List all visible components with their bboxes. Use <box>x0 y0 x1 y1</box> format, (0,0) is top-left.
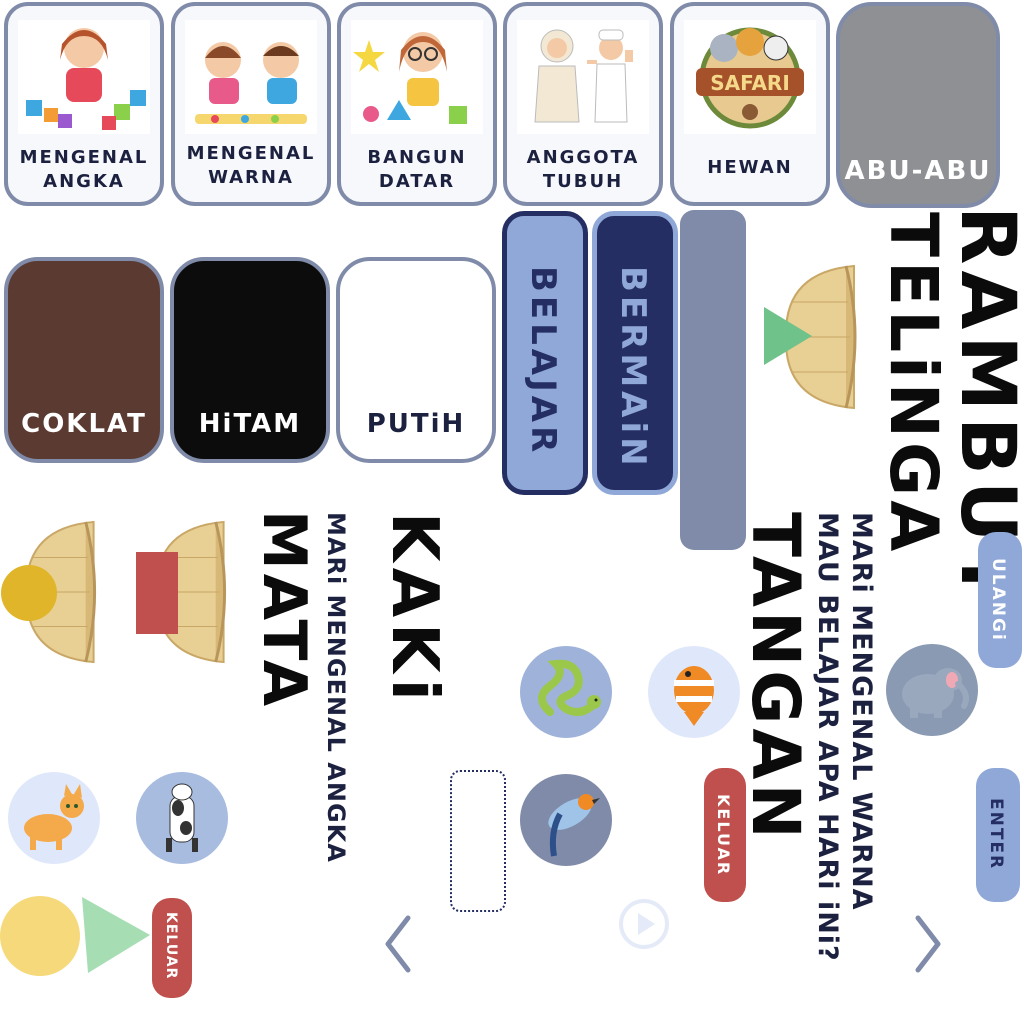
word-kaki: KAKi <box>377 512 451 707</box>
word-mata: MATA <box>249 510 319 711</box>
elephant-icon <box>902 668 969 718</box>
bird-icon <box>548 794 600 857</box>
belajar-label: BELAJAR <box>523 266 563 457</box>
keluar-button-small[interactable]: KELUAR <box>152 898 192 998</box>
card-label: HEWAN <box>707 157 793 178</box>
bermain-button[interactable]: BERMAiN <box>592 211 678 495</box>
chevron-right-icon[interactable] <box>912 914 944 974</box>
keluar-label: KELUAR <box>714 794 733 877</box>
keluar-label: KELUAR <box>163 912 179 980</box>
prompt-mengenal-warna: MARi MENGENAL WARNA <box>846 512 877 911</box>
prompt-mengenal-angka: MARi MENGENAL ANGKA <box>322 512 350 863</box>
play-icon[interactable] <box>618 898 670 950</box>
bermain-label: BERMAiN <box>613 266 653 470</box>
triangle-shape-mint[interactable] <box>80 895 152 975</box>
circle-shape-pale-yellow[interactable] <box>0 896 80 976</box>
card-label: MENGENAL ANGKA <box>19 147 149 192</box>
enter-button[interactable]: ENTER <box>976 768 1020 902</box>
card-label: BANGUN DATAR <box>367 147 467 192</box>
safari-logo-image: SAFARI <box>684 20 816 134</box>
cow-icon <box>166 783 198 852</box>
card-mengenal-angka[interactable]: MENGENAL ANGKA <box>4 2 164 206</box>
word-tangan: TANGAN <box>737 512 814 843</box>
swatch-coklat[interactable]: COKLAT <box>4 257 164 463</box>
svg-text:SAFARI: SAFARI <box>710 71 790 95</box>
card-anggota-tubuh[interactable]: ANGGOTA TUBUH <box>503 2 663 206</box>
swatch-label: PUTiH <box>366 409 466 439</box>
swatch-putih[interactable]: PUTiH <box>336 257 496 463</box>
girl-with-number-blocks-image <box>18 20 150 134</box>
animal-clownfish-button[interactable] <box>648 646 740 738</box>
card-hewan[interactable]: SAFARI HEWAN <box>670 2 830 206</box>
word-telinga: TELiNGA <box>875 212 952 556</box>
card-abu-abu[interactable]: ABU-ABU <box>836 2 1000 208</box>
animal-elephant-button[interactable] <box>886 644 978 736</box>
ulangi-button[interactable]: ULANGi <box>978 532 1022 668</box>
circle-shape-yellow[interactable] <box>1 565 57 621</box>
card-bangun-datar[interactable]: BANGUN DATAR <box>337 2 497 206</box>
girl-with-shapes-image <box>351 20 483 134</box>
square-shape-red[interactable] <box>136 552 178 634</box>
enter-label: ENTER <box>986 798 1006 871</box>
card-label: ANGGOTA TUBUH <box>526 147 640 192</box>
swatch-hitam[interactable]: HiTAM <box>170 257 330 463</box>
prompt-question: MAU BELAJAR APA HARi iNi? <box>812 512 843 962</box>
kids-painting-image <box>185 20 317 134</box>
animal-cat-button[interactable] <box>8 772 100 864</box>
cat-icon <box>24 784 84 850</box>
muslim-kids-image <box>517 20 649 134</box>
ulangi-label: ULANGi <box>988 558 1008 642</box>
animal-cow-button[interactable] <box>136 772 228 864</box>
abu-abu-label: ABU-ABU <box>844 156 992 186</box>
keluar-button[interactable]: KELUAR <box>704 768 746 902</box>
card-mengenal-warna[interactable]: MENGENAL WARNA <box>171 2 331 206</box>
slate-panel <box>680 210 746 550</box>
swatch-label: COKLAT <box>21 409 147 439</box>
clownfish-icon <box>674 666 714 726</box>
dotted-drop-zone[interactable] <box>450 770 506 912</box>
card-label: MENGENAL WARNA <box>186 143 316 188</box>
triangle-shape-green[interactable] <box>762 305 814 367</box>
swatch-label: HiTAM <box>198 409 302 439</box>
animal-bird-button[interactable] <box>520 774 612 866</box>
belajar-button[interactable]: BELAJAR <box>502 211 588 495</box>
snake-icon <box>538 659 601 716</box>
animal-snake-button[interactable] <box>520 646 612 738</box>
chevron-left-icon[interactable] <box>382 914 414 974</box>
